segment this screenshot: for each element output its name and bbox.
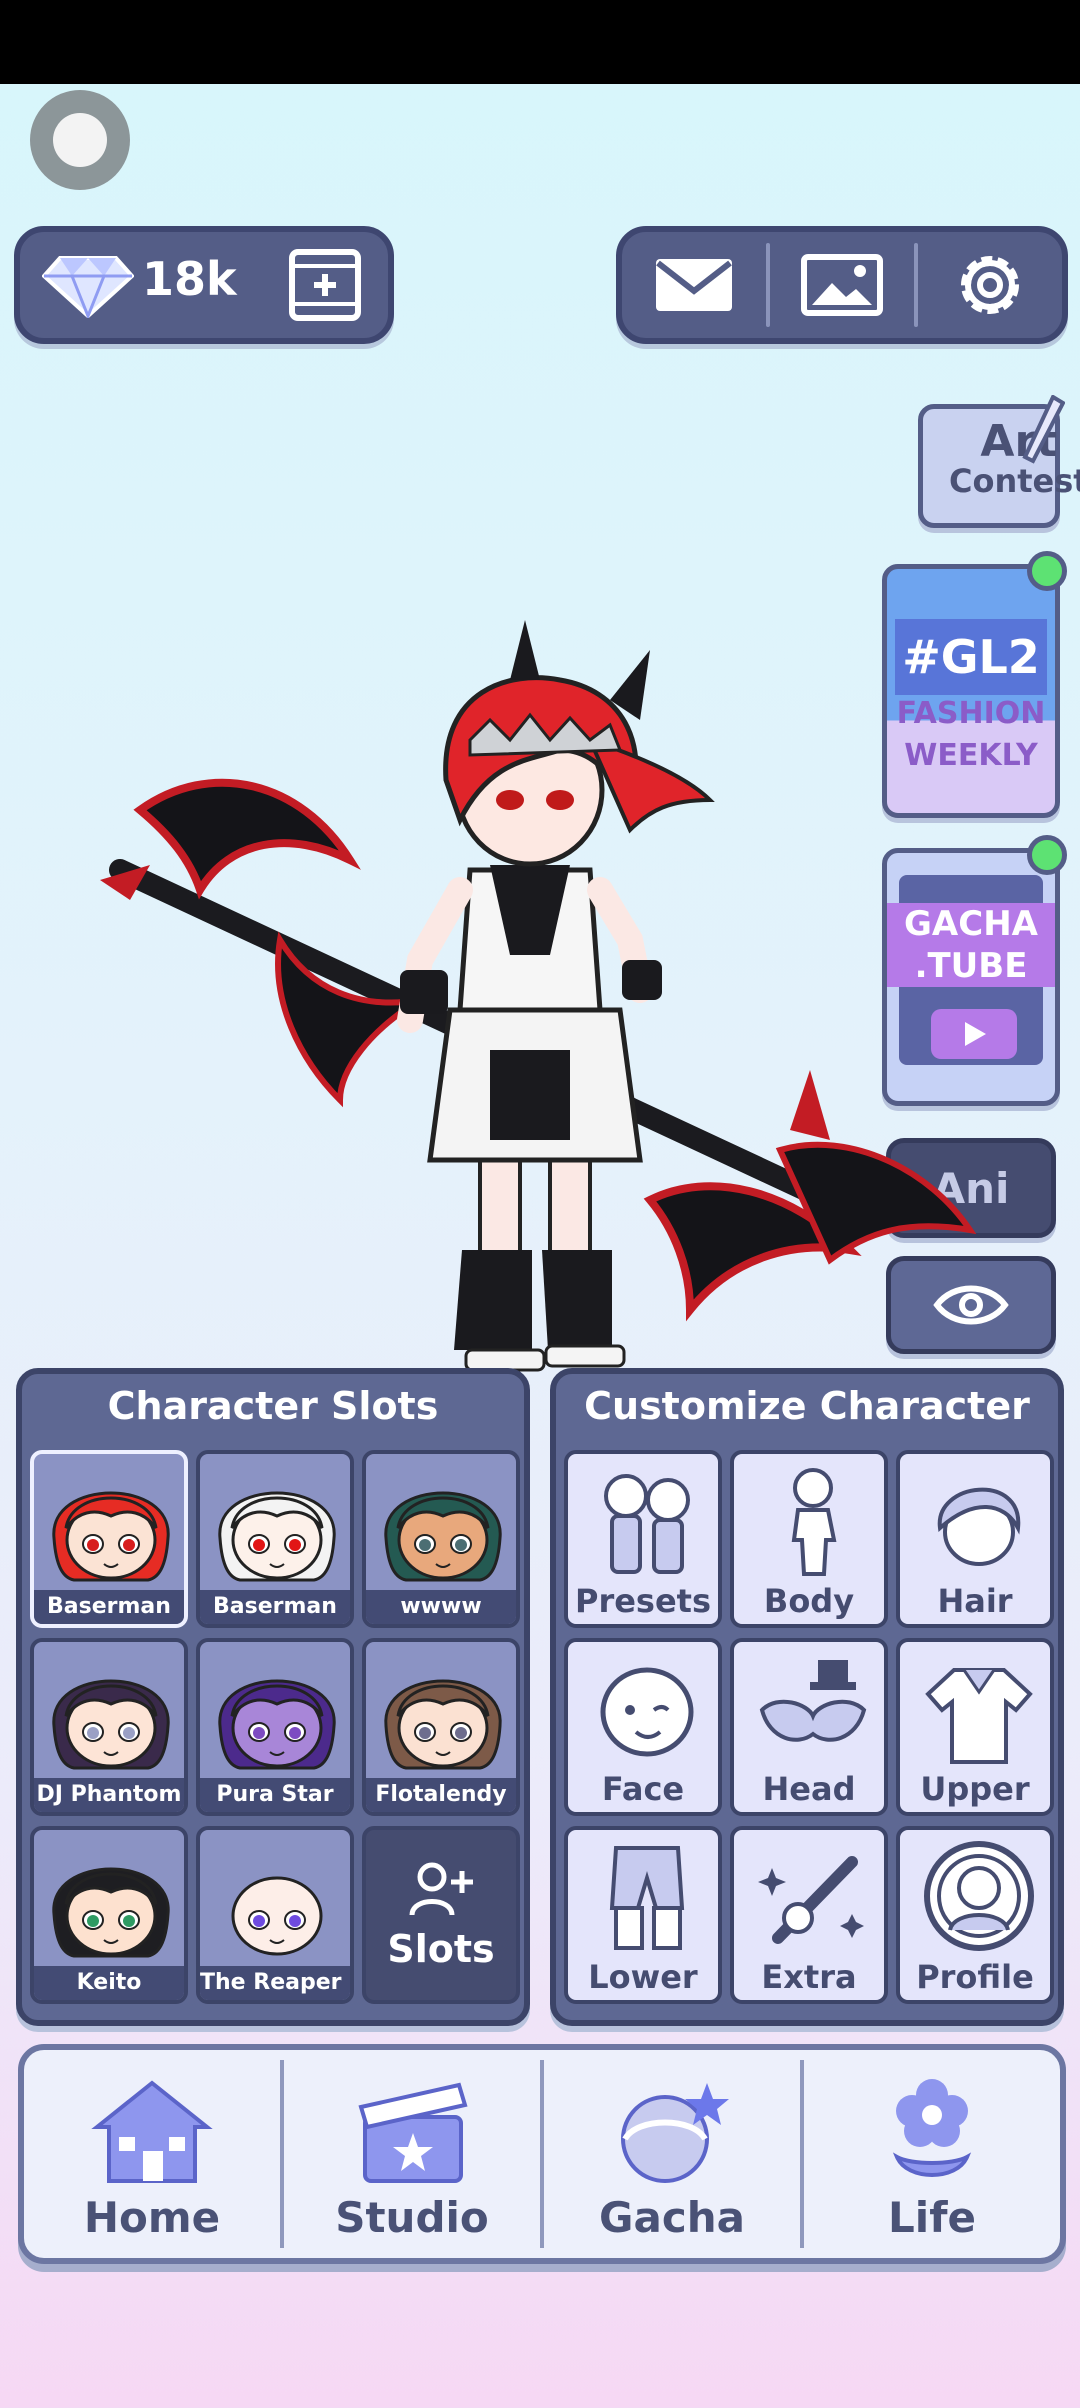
character-slot[interactable]: wwww [362,1450,520,1628]
character-avatar [52,1491,170,1582]
add-slots-button[interactable]: Slots [362,1826,520,2004]
character-slot-name: Keito [34,1966,184,2000]
add-slots-label: Slots [387,1927,495,1971]
gear-icon [961,256,1019,314]
customize-lower-button[interactable]: Lower [564,1826,722,2004]
gem-count: 18k [142,252,237,306]
settings-button[interactable] [918,232,1062,338]
shirt-icon [925,1668,1033,1764]
nav-home[interactable]: Home [24,2050,280,2258]
art-contest-label-2: Contest [949,462,1080,500]
character-slot[interactable]: Baserman [30,1450,188,1628]
character-avatar [52,1867,170,1958]
character-avatar [231,1876,323,1956]
gallery-button[interactable] [770,232,914,338]
character-avatar [384,1491,502,1582]
profile-icon [924,1841,1034,1951]
customize-label: Lower [588,1958,698,1996]
customize-presets-button[interactable]: Presets [564,1450,722,1628]
hair-icon [937,1487,1021,1566]
house-icon [91,2080,213,2183]
character-slot[interactable]: Baserman [196,1450,354,1628]
customize-label: Hair [937,1582,1013,1620]
nav-life-label: Life [888,2193,976,2242]
character-slot[interactable]: Pura Star [196,1638,354,1816]
character-slot-name: Baserman [200,1590,350,1624]
customize-label: Upper [920,1770,1030,1808]
customize-label: Head [762,1770,856,1808]
hat-mask-icon [759,1660,867,1742]
notification-dot [1027,551,1067,591]
clapperboard-icon [358,2082,468,2183]
customize-character-panel: Customize Character Presets Body Hair Fa… [550,1368,1064,2026]
notification-dot [1027,835,1067,875]
presets-icon [604,1474,690,1574]
character-slot-name: wwww [366,1590,516,1624]
status-bar [0,0,1080,84]
pants-icon [609,1846,685,1950]
customize-body-button[interactable]: Body [730,1450,888,1628]
add-person-icon [409,1862,473,1916]
record-button[interactable] [30,90,130,190]
image-icon [801,254,883,316]
diamond-icon [42,256,134,318]
nav-home-label: Home [83,2193,221,2242]
character-slot-name: Baserman [34,1590,184,1624]
character-slot[interactable]: The Reaper Bo [196,1826,354,2004]
art-contest-button[interactable]: Art Contest [918,395,1080,528]
watch-ad-icon[interactable] [288,248,362,322]
envelope-icon [656,259,732,311]
top-actions [616,226,1068,344]
face-icon [600,1667,694,1757]
character-slots-panel: Character Slots Baserman Baserman wwww D… [16,1368,530,2026]
character-slot-name: The Reaper Bo [200,1966,350,2000]
character-avatar [218,1491,336,1582]
nav-studio[interactable]: Studio [284,2050,540,2258]
bottom-nav: Home Studio Gacha Life [18,2044,1066,2264]
sword-icon [758,1856,864,1944]
gacha-capsule-icon [621,2083,729,2183]
customize-head-button[interactable]: Head [730,1638,888,1816]
customize-upper-button[interactable]: Upper [896,1638,1054,1816]
character-slot[interactable]: Keito [30,1826,188,2004]
body-icon [791,1468,837,1576]
customize-hair-button[interactable]: Hair [896,1450,1054,1628]
nav-studio-label: Studio [335,2193,489,2242]
character-avatar [384,1679,502,1770]
nav-life[interactable]: Life [804,2050,1060,2258]
pencil-icon [1022,395,1065,464]
character-slot[interactable]: Flotalendy [362,1638,520,1816]
customize-character-title: Customize Character [584,1384,1030,1428]
customize-extra-button[interactable]: Extra [730,1826,888,2004]
character-slot-name: DJ Phantom [34,1778,184,1812]
nav-gacha-label: Gacha [599,2193,745,2242]
nav-gacha[interactable]: Gacha [544,2050,800,2258]
character-avatar [218,1679,336,1770]
character-slot-name: Pura Star [200,1778,350,1812]
flower-icon [892,2079,972,2177]
customize-label: Presets [574,1582,712,1620]
character-slot[interactable]: DJ Phantom [30,1638,188,1816]
character-slot-name: Flotalendy [366,1778,516,1812]
customize-face-button[interactable]: Face [564,1638,722,1816]
customize-label: Body [763,1582,855,1620]
customize-label: Extra [761,1958,857,1996]
character-slots-title: Character Slots [107,1384,439,1428]
mail-button[interactable] [622,232,766,338]
customize-label: Profile [916,1958,1034,1996]
character-illustration[interactable] [90,610,1010,1380]
customize-label: Face [601,1770,685,1808]
character-avatar [52,1679,170,1770]
customize-profile-button[interactable]: Profile [896,1826,1054,2004]
currency-bar: 18k [14,226,394,344]
